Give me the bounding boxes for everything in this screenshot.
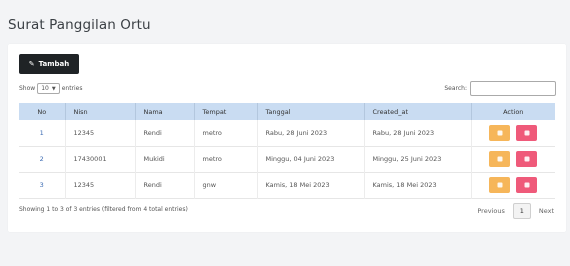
trash-icon (524, 130, 530, 136)
cell-nama: Rendi (135, 172, 195, 198)
col-header-action: Action (503, 107, 524, 116)
edit-icon (497, 182, 503, 188)
table-header-row: No Nisn Nama Tempat Tanggal Created_at A… (19, 103, 555, 120)
cell-action (471, 146, 555, 172)
entries-select[interactable]: 10 ▼ (37, 83, 60, 94)
trash-icon (524, 182, 530, 188)
pagination-next[interactable]: Next (539, 207, 554, 215)
pagination: Previous 1 Next (477, 203, 554, 219)
edit-button[interactable] (489, 124, 511, 141)
entries-select-value: 10 (41, 85, 49, 92)
search-input[interactable] (470, 81, 556, 96)
cell-tanggal: Kamis, 18 Mei 2023 (257, 172, 365, 198)
data-table: No Nisn Nama Tempat Tanggal Created_at A… (19, 103, 555, 199)
table-row: 3 12345 Rendi gnw Kamis, 18 Mei 2023 Kam… (19, 172, 555, 198)
cell-created-at: Rabu, 28 Juni 2023 (364, 120, 472, 146)
cell-tempat: metro (194, 146, 258, 172)
content-card: ✎ Tambah Show 10 ▼ entries Search: No Ni… (8, 44, 566, 232)
cell-nisn: 17430001 (65, 146, 136, 172)
pagination-current-page[interactable]: 1 (512, 203, 531, 219)
cell-tempat: metro (194, 120, 258, 146)
trash-icon (524, 156, 530, 162)
chevron-down-icon: ▼ (51, 85, 56, 92)
search-control: Search: (444, 81, 556, 96)
col-header-tempat[interactable]: Tempat (194, 103, 258, 120)
table-row: 2 17430001 Mukidi metro Minggu, 04 Juni … (19, 146, 555, 172)
cell-tanggal: Minggu, 04 Juni 2023 (257, 146, 365, 172)
col-header-nama[interactable]: Nama (135, 103, 195, 120)
cell-action (471, 172, 555, 198)
page-title: Surat Panggilan Ortu (8, 17, 151, 33)
col-header-nisn[interactable]: Nisn (65, 103, 136, 120)
col-header-tanggal[interactable]: Tanggal (257, 103, 365, 120)
edit-icon (497, 130, 503, 136)
entries-length-control: Show 10 ▼ entries (19, 83, 83, 94)
cell-nama: Rendi (135, 120, 195, 146)
delete-button[interactable] (516, 177, 538, 193)
cell-nisn: 12345 (65, 120, 136, 146)
delete-button[interactable] (516, 124, 538, 141)
cell-no: 1 (19, 120, 66, 146)
length-prefix: Show (19, 85, 36, 92)
table-info: Showing 1 to 3 of 3 entries (filtered fr… (19, 206, 188, 213)
table-row: 1 12345 Rendi metro Rabu, 28 Juni 2023 R… (19, 120, 555, 146)
edit-icon (497, 156, 503, 162)
cell-nama: Mukidi (135, 146, 195, 172)
cell-no: 2 (19, 146, 66, 172)
cell-tempat: gnw (194, 172, 258, 198)
search-label: Search: (444, 85, 467, 92)
col-header-no[interactable]: No (19, 103, 66, 120)
delete-button[interactable] (516, 151, 538, 167)
cell-action (471, 120, 555, 146)
add-button-label: Tambah (38, 60, 70, 68)
cell-created-at: Kamis, 18 Mei 2023 (364, 172, 472, 198)
col-header-created-at[interactable]: Created_at (364, 103, 472, 120)
edit-icon: ✎ (28, 60, 35, 68)
cell-tanggal: Rabu, 28 Juni 2023 (257, 120, 365, 146)
pagination-previous[interactable]: Previous (477, 207, 504, 215)
cell-nisn: 12345 (65, 172, 136, 198)
edit-button[interactable] (489, 151, 511, 167)
cell-created-at: Minggu, 25 Juni 2023 (364, 146, 472, 172)
add-button[interactable]: ✎ Tambah (19, 54, 79, 74)
length-suffix: entries (61, 85, 83, 92)
cell-no: 3 (19, 172, 66, 198)
edit-button[interactable] (489, 177, 511, 193)
